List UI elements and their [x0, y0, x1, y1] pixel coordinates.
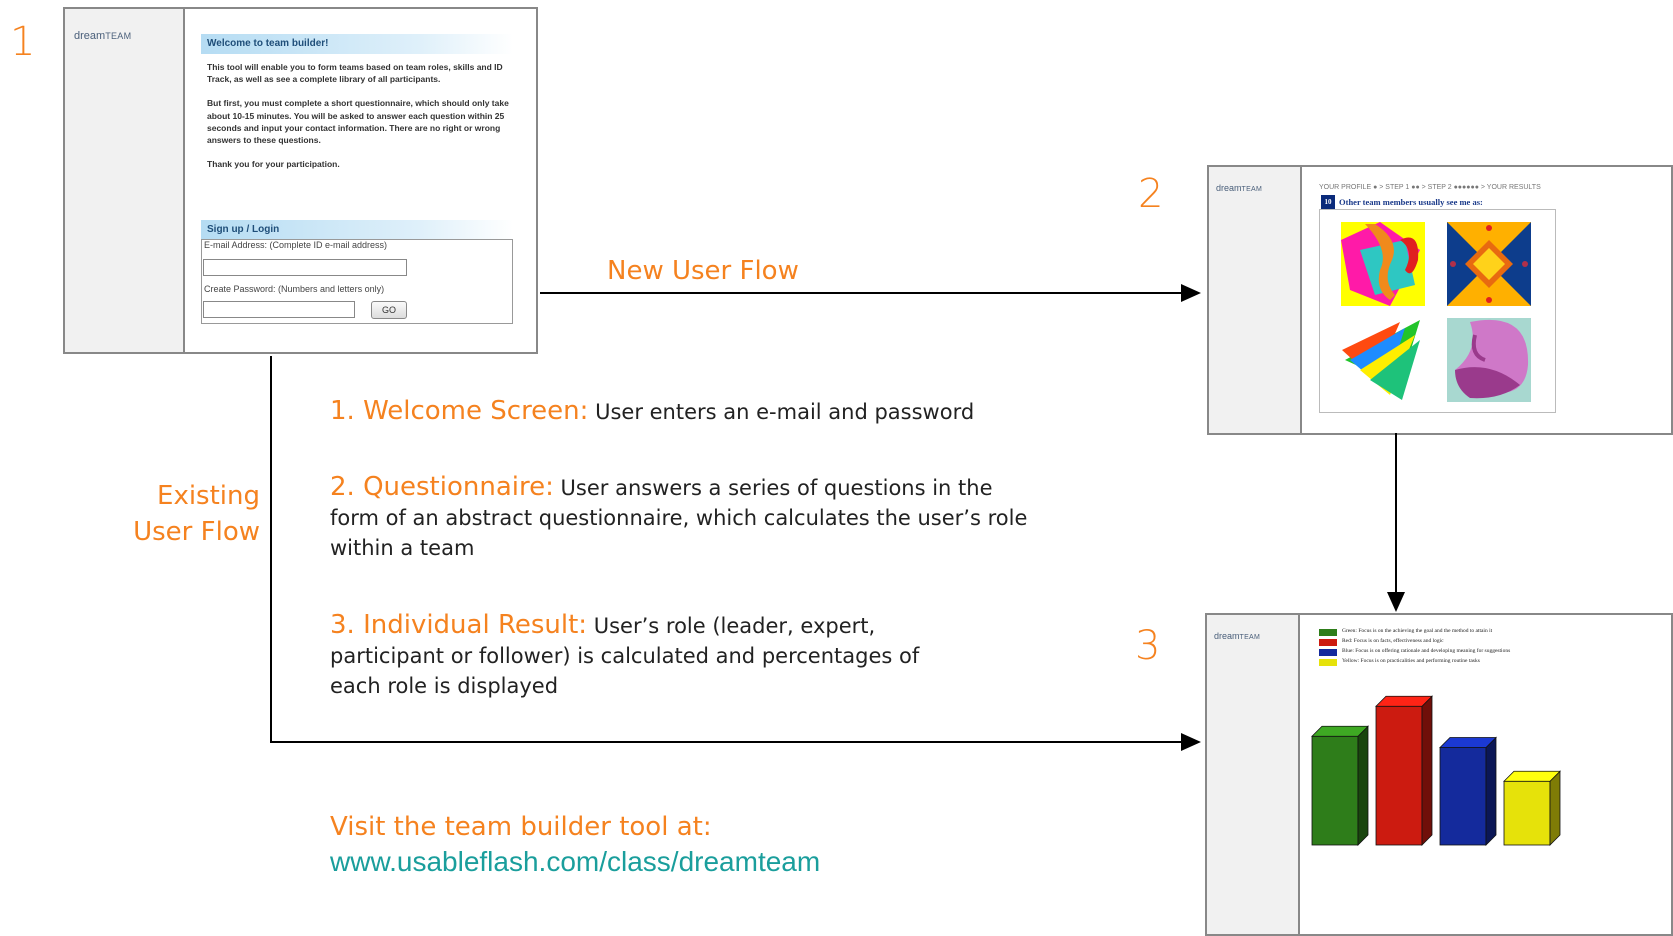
existing-user-flow-arrowhead	[1181, 733, 1201, 751]
logo-suffix-text: TEAM	[1239, 634, 1261, 641]
chart-bar-front	[1439, 747, 1487, 846]
questionnaire-screen-thumbnail: dreamTEAM YOUR PROFILE ● > STEP 1 ●● > S…	[1207, 165, 1673, 435]
legend-text: Red: Focus is on facts, effectiveness an…	[1342, 638, 1444, 644]
questionnaire-to-results-line	[1395, 433, 1397, 593]
answer-image-2[interactable]	[1447, 222, 1531, 306]
visit-url-link[interactable]: www.usableflash.com/class/dreamteam	[330, 846, 820, 878]
chart-bar-top	[1375, 695, 1433, 707]
chart-bar-red	[1375, 695, 1433, 846]
welcome-screen-thumbnail: dreamTEAM Welcome to team builder! This …	[63, 7, 538, 354]
chart-bar-front	[1311, 735, 1359, 846]
dreamteam-logo: dreamTEAM	[74, 30, 131, 42]
new-user-flow-label: New User Flow	[607, 256, 799, 286]
legend-text: Yellow: Focus is on practicalities and p…	[1342, 658, 1480, 664]
existing-user-flow-label-line: User Flow	[133, 517, 260, 547]
question-text: Other team members usually see me as:	[1339, 197, 1483, 207]
answer-image-3[interactable]	[1341, 318, 1425, 402]
answer-image-grid	[1319, 209, 1556, 413]
welcome-title: Welcome to team builder!	[201, 34, 513, 54]
password-label: Create Password: (Numbers and letters on…	[204, 284, 385, 294]
legend-swatch	[1319, 649, 1337, 656]
legend-text: Blue: Focus is on offering rationale and…	[1342, 648, 1511, 654]
existing-user-flow-label-line: Existing	[157, 481, 260, 511]
chart-bar-side	[1421, 695, 1433, 846]
email-field[interactable]	[203, 259, 407, 276]
description-welcome: 1. Welcome Screen: User enters an e-mail…	[330, 396, 1030, 427]
welcome-paragraph: Thank you for your participation.	[207, 159, 340, 170]
progress-breadcrumb: YOUR PROFILE ● > STEP 1 ●● > STEP 2 ●●●●…	[1319, 184, 1541, 191]
new-user-flow-arrowhead	[1181, 284, 1201, 302]
new-user-flow-line	[540, 292, 1183, 294]
welcome-paragraph: This tool will enable you to form teams …	[207, 62, 503, 85]
chart-bar-top	[1503, 770, 1561, 782]
answer-image-1[interactable]	[1341, 222, 1425, 306]
password-field[interactable]	[203, 301, 355, 318]
step-3-number: 3	[1135, 623, 1161, 669]
dreamteam-logo: dreamTEAM	[1216, 183, 1262, 193]
chart-bar-top	[1439, 737, 1497, 748]
role-bar-chart	[1311, 695, 1561, 846]
questionnaire-sidebar	[1209, 167, 1302, 433]
chart-bar-front	[1503, 780, 1551, 846]
description-heading: 2. Questionnaire:	[330, 472, 554, 502]
logo-suffix-text: TEAM	[105, 31, 132, 41]
logo-main-text: dream	[1216, 183, 1242, 193]
results-screen-thumbnail: dreamTEAM Green: Focus is on the achievi…	[1205, 613, 1673, 936]
description-heading: 1. Welcome Screen:	[330, 396, 589, 426]
results-sidebar	[1207, 615, 1300, 934]
logo-main-text: dream	[1214, 631, 1240, 641]
chart-bar-top	[1311, 725, 1369, 737]
dreamteam-logo: dreamTEAM	[1214, 631, 1260, 641]
chart-bar-yellow	[1503, 770, 1561, 846]
chart-bar-side	[1357, 725, 1369, 846]
step-1-number: 1	[10, 19, 36, 65]
legend-swatch	[1319, 639, 1337, 646]
welcome-paragraph: But first, you must complete a short que…	[207, 98, 509, 146]
email-label: E-mail Address: (Complete ID e-mail addr…	[204, 240, 388, 250]
legend-swatch	[1319, 659, 1337, 666]
description-result: 3. Individual Result: User’s role (leade…	[330, 610, 960, 701]
question-number-badge: 10	[1321, 195, 1335, 209]
description-questionnaire: 2. Questionnaire: User answers a series …	[330, 472, 1030, 563]
step-2-number: 2	[1138, 171, 1164, 217]
existing-user-flow-label: Existing User Flow	[133, 478, 260, 550]
questionnaire-to-results-arrowhead	[1387, 592, 1405, 612]
description-body: User enters an e-mail and password	[588, 400, 975, 424]
answer-image-4[interactable]	[1447, 318, 1531, 402]
chart-bar-side	[1549, 770, 1561, 846]
logo-main-text: dream	[74, 30, 106, 42]
chart-bar-green	[1311, 725, 1369, 846]
legend-swatch	[1319, 629, 1337, 636]
visit-label: Visit the team builder tool at:	[330, 812, 712, 842]
welcome-body: This tool will enable you to form teams …	[207, 61, 512, 182]
go-button[interactable]: GO	[371, 301, 407, 319]
chart-bar-front	[1375, 705, 1423, 846]
chart-bar-blue	[1439, 736, 1497, 846]
description-heading: 3. Individual Result:	[330, 610, 588, 640]
legend-text: Green: Focus is on the achieving the goa…	[1342, 628, 1493, 634]
answer-images	[1341, 222, 1531, 402]
chart-bar-side	[1485, 736, 1497, 846]
login-title: Sign up / Login	[201, 220, 513, 240]
welcome-sidebar	[65, 9, 185, 352]
existing-user-flow-line	[270, 356, 272, 743]
logo-suffix-text: TEAM	[1241, 186, 1263, 193]
existing-user-flow-horizontal	[270, 741, 1183, 743]
